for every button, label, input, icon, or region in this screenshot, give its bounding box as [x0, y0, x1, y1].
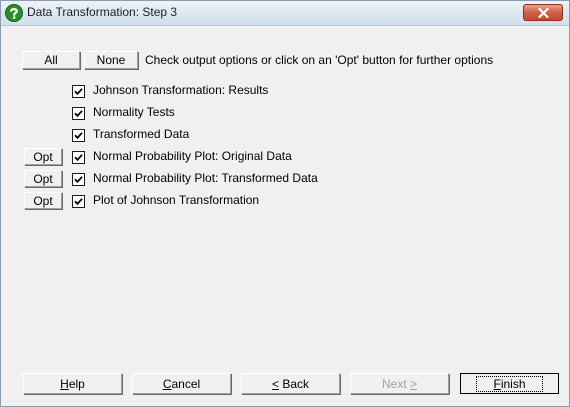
dialog-window: Data Transformation: Step 3 All None Che… — [0, 0, 570, 407]
finish-label: inish — [500, 377, 526, 391]
close-button[interactable] — [523, 4, 563, 21]
option-row: Opt Plot of Johnson Transformation — [1, 192, 569, 210]
option-label: Normality Tests — [93, 105, 175, 119]
help-label: elp — [68, 377, 85, 391]
select-none-button[interactable]: None — [84, 51, 138, 69]
opt-button-label: Opt — [33, 194, 53, 208]
help-mnemonic: H — [60, 377, 69, 391]
option-label: Johnson Transformation: Results — [93, 83, 269, 97]
finish-focus-ring: Finish — [476, 376, 543, 392]
next-mnemonic: > — [410, 377, 418, 391]
back-mnemonic: < — [271, 377, 279, 391]
opt-button-label: Opt — [33, 150, 53, 164]
checkmark-icon — [74, 110, 83, 118]
option-label: Plot of Johnson Transformation — [93, 193, 260, 207]
option-label: Normal Probability Plot: Transformed Dat… — [93, 171, 318, 185]
close-icon — [538, 8, 549, 18]
checkmark-icon — [74, 198, 83, 206]
option-row: Transformed Data — [1, 126, 569, 144]
select-none-label: None — [96, 53, 126, 67]
back-label: Back — [279, 377, 310, 391]
window-title: Data Transformation: Step 3 — [27, 5, 178, 19]
option-checkbox[interactable] — [72, 173, 85, 186]
title-bar[interactable]: Data Transformation: Step 3 — [1, 1, 569, 26]
opt-button[interactable]: Opt — [24, 148, 62, 165]
back-button[interactable]: < Back — [241, 373, 340, 394]
select-all-button[interactable]: All — [22, 51, 80, 69]
checkmark-icon — [74, 132, 83, 140]
checkmark-icon — [74, 154, 83, 162]
instruction-text: Check output options or click on an 'Opt… — [145, 53, 494, 67]
option-checkbox[interactable] — [72, 129, 85, 142]
cancel-button[interactable]: Cancel — [132, 373, 231, 394]
option-label: Transformed Data — [93, 127, 190, 141]
next-label: Next — [381, 377, 410, 391]
finish-button[interactable]: Finish — [460, 373, 559, 394]
select-all-label: All — [44, 53, 58, 67]
finish-mnemonic: F — [493, 377, 501, 391]
option-row: Normality Tests — [1, 104, 569, 122]
option-label: Normal Probability Plot: Original Data — [93, 149, 292, 163]
cancel-label: ancel — [171, 377, 201, 391]
opt-button-label: Opt — [33, 172, 53, 186]
option-checkbox[interactable] — [72, 195, 85, 208]
option-checkbox[interactable] — [72, 151, 85, 164]
opt-button[interactable]: Opt — [24, 192, 62, 209]
help-button[interactable]: Help — [23, 373, 122, 394]
option-checkbox[interactable] — [72, 85, 85, 98]
option-row: Opt Normal Probability Plot: Transformed … — [1, 170, 569, 188]
checkmark-icon — [74, 176, 83, 184]
next-button[interactable]: Next > — [350, 373, 449, 394]
option-row: Johnson Transformation: Results — [1, 82, 569, 100]
opt-button[interactable]: Opt — [24, 170, 62, 187]
checkmark-icon — [74, 88, 83, 96]
option-row: Opt Normal Probability Plot: Original Dat… — [1, 148, 569, 166]
option-checkbox[interactable] — [72, 107, 85, 120]
help-question-icon — [5, 4, 23, 22]
